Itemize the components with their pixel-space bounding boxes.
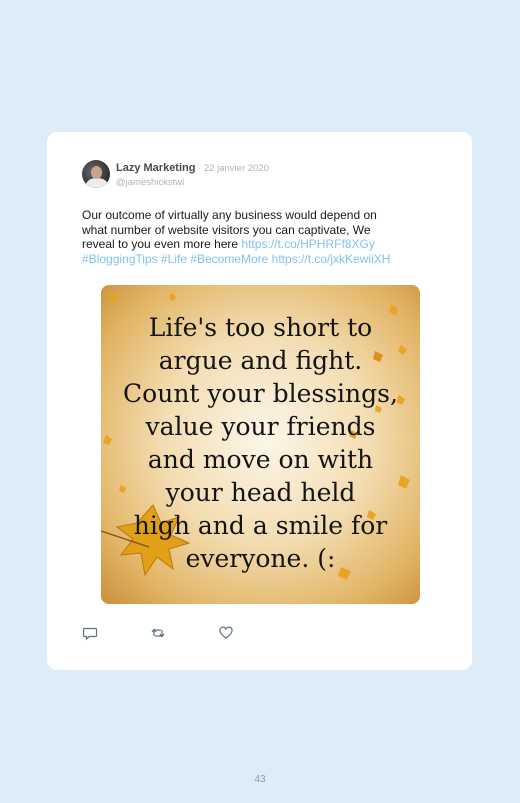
quote-line: Count your blessings, bbox=[123, 379, 398, 408]
quote-line: everyone. (: bbox=[185, 544, 336, 573]
quote-line: argue and fight. bbox=[158, 346, 363, 375]
author-line: Lazy Marketing · 22 janvier 2020 bbox=[116, 162, 269, 174]
tweet-link[interactable]: https://t.co/HPHRFf8XGy bbox=[241, 237, 374, 251]
image-quote: Life's too short to argue and fight. Cou… bbox=[101, 311, 420, 575]
page-number: 43 bbox=[254, 774, 266, 785]
tweet-date[interactable]: 22 janvier 2020 bbox=[204, 163, 269, 174]
heart-icon[interactable] bbox=[218, 625, 234, 641]
tweet-text: Our outcome of virtually any business wo… bbox=[82, 208, 442, 266]
quote-line: and move on with bbox=[147, 445, 374, 474]
separator: · bbox=[195, 163, 204, 174]
reply-icon[interactable] bbox=[82, 625, 98, 641]
tweet-hashtags[interactable]: #BloggingTips #Life #BecomeMore bbox=[82, 252, 268, 266]
tweet-text-line: Our outcome of virtually any business wo… bbox=[82, 208, 377, 222]
avatar[interactable] bbox=[82, 160, 110, 188]
tweet-text-line: reveal to you even more here bbox=[82, 237, 242, 252]
quote-line: your head held bbox=[165, 478, 356, 507]
tweet-image[interactable]: Life's too short to argue and fight. Cou… bbox=[101, 285, 420, 604]
quote-line: value your friends bbox=[145, 412, 376, 441]
author-name[interactable]: Lazy Marketing bbox=[116, 162, 195, 174]
quote-line: Life's too short to bbox=[148, 313, 373, 342]
tweet-link[interactable]: https://t.co/jxkKewiiXH bbox=[272, 252, 391, 266]
retweet-icon[interactable] bbox=[150, 625, 166, 641]
tweet-text-line: what number of website visitors you can … bbox=[82, 222, 371, 237]
quote-line: high and a smile for bbox=[133, 511, 388, 540]
author-handle[interactable]: @jameshickstwi bbox=[116, 177, 184, 188]
tweet-card: Lazy Marketing · 22 janvier 2020 @jamesh… bbox=[47, 132, 472, 670]
